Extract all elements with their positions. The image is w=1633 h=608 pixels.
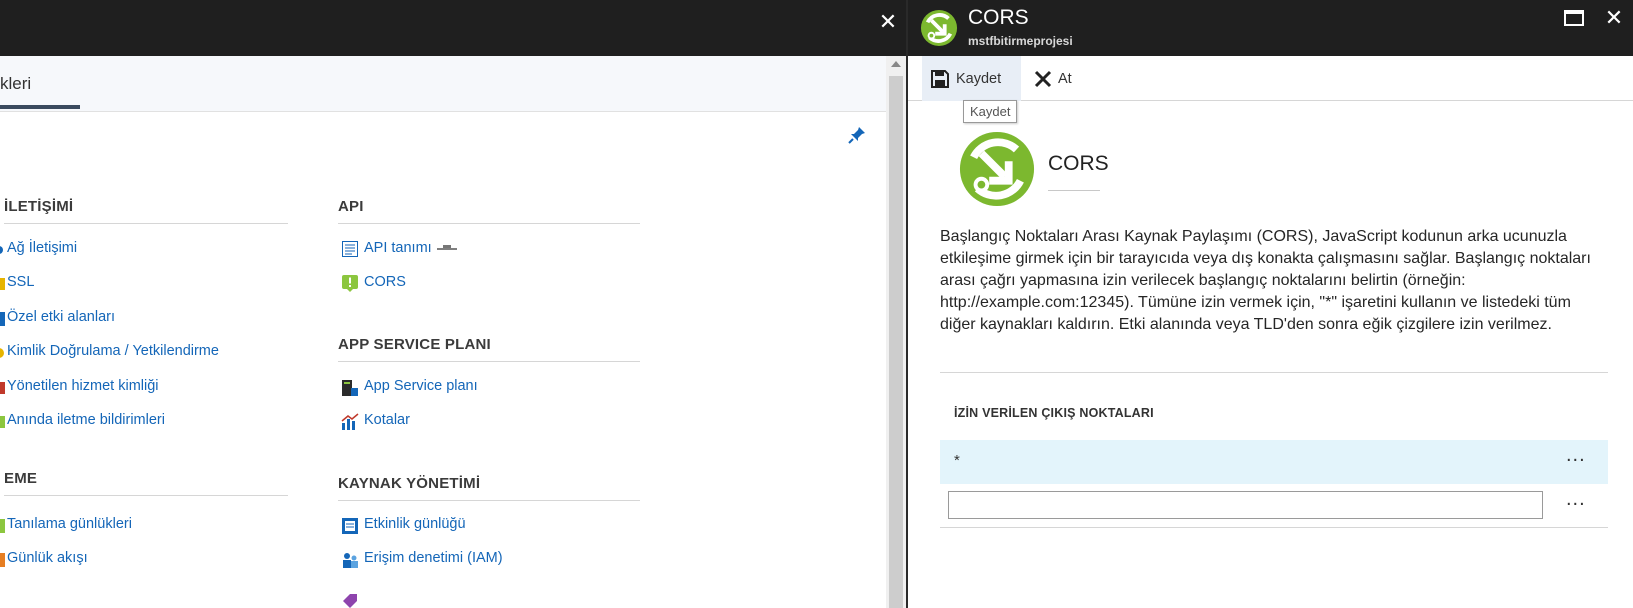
menu-item-managed-identity[interactable]: Yönetilen hizmet kimliği: [7, 378, 159, 394]
menu-item-networking[interactable]: Ağ İletişimi: [7, 240, 77, 256]
discard-x-icon: [1034, 70, 1052, 87]
description-divider: [940, 372, 1608, 373]
close-icon[interactable]: ✕: [876, 10, 900, 34]
tags-icon: [343, 594, 357, 608]
preview-icon: [437, 245, 457, 250]
left-blade-titlebar: ✕: [0, 0, 906, 56]
command-bar: Kaydet At: [908, 56, 1633, 101]
cors-logo-icon: [920, 9, 958, 47]
new-origin-input[interactable]: [948, 491, 1543, 519]
maximize-icon[interactable]: [1564, 10, 1584, 26]
menu-item-activity-log[interactable]: Etkinlik günlüğü: [364, 516, 466, 532]
save-button[interactable]: Kaydet: [922, 56, 1021, 101]
section-title: KAYNAK YÖNETİMİ: [338, 475, 481, 492]
section-divider: [338, 500, 640, 501]
save-label: Kaydet: [956, 70, 1002, 87]
section-divider: [4, 223, 288, 224]
scroll-thumb[interactable]: [889, 76, 903, 608]
menu-item-cors[interactable]: CORS: [364, 274, 406, 290]
blade-title: CORS: [968, 6, 1029, 29]
cors-description: Başlangıç Noktaları Arası Kaynak Paylaşı…: [940, 228, 1591, 333]
blade-subtitle: mstfbitirmeprojesi: [968, 34, 1073, 48]
more-options-icon[interactable]: ...: [1566, 444, 1586, 467]
section-divider: [4, 495, 288, 496]
app-service-plan-icon: [342, 380, 358, 396]
cors-menu-icon: [342, 275, 358, 292]
tab-active-indicator: [0, 105, 80, 109]
access-control-icon: [343, 553, 358, 568]
more-options-icon[interactable]: ...: [1566, 488, 1586, 511]
left-blade-scrollbar[interactable]: [886, 56, 906, 608]
menu-item-custom-domains[interactable]: Özel etki alanları: [7, 309, 115, 325]
section-api: API: [338, 198, 640, 224]
pin-icon[interactable]: [848, 126, 866, 144]
section-title: APP SERVICE PLANI: [338, 336, 491, 353]
portal-root: ✕ kleri İLETİŞİMİ Ağ İletişimi SSL Özel …: [0, 0, 1633, 608]
menu-item-authentication[interactable]: Kimlik Doğrulama / Yetkilendirme: [7, 343, 219, 359]
section-title: API: [338, 198, 364, 215]
quotas-icon: [341, 413, 359, 430]
activity-log-icon: [342, 518, 358, 534]
section-app-service-plan: APP SERVICE PLANI: [338, 336, 640, 362]
discard-button[interactable]: At: [1026, 56, 1096, 101]
discard-label: At: [1058, 70, 1072, 87]
cors-blade-titlebar: CORS mstfbitirmeprojesi ✕: [908, 0, 1633, 56]
cors-blade: CORS mstfbitirmeprojesi ✕ Kaydet At Kayd…: [908, 0, 1633, 608]
menu-item-diagnostic-logs[interactable]: Tanılama günlükleri: [7, 516, 132, 532]
hero-divider: [1048, 190, 1100, 191]
section-divider: [338, 361, 640, 362]
menu-item-quotas[interactable]: Kotalar: [364, 412, 410, 428]
menu-item-access-control[interactable]: Erişim denetimi (IAM): [364, 550, 503, 566]
save-tooltip: Kaydet: [963, 100, 1018, 123]
menu-item-app-service-plan[interactable]: App Service planı: [364, 378, 478, 394]
left-blade-tabbar: kleri: [0, 56, 886, 144]
new-origin-row: ...: [940, 484, 1608, 528]
origin-value: *: [954, 452, 960, 469]
close-icon[interactable]: ✕: [1602, 6, 1626, 30]
section-resource-management: KAYNAK YÖNETİMİ: [338, 475, 640, 501]
allowed-origin-row[interactable]: * ...: [940, 440, 1608, 484]
tab-features[interactable]: kleri: [0, 74, 31, 94]
section-title: İLETİŞİMİ: [4, 198, 74, 215]
save-icon: [931, 69, 949, 88]
api-definition-icon: [342, 241, 358, 257]
cors-hero-icon: [959, 131, 1035, 207]
menu-item-push-notifications[interactable]: Anında iletme bildirimleri: [7, 412, 165, 428]
scroll-up-arrow-icon[interactable]: [891, 61, 901, 67]
menu-item-log-stream[interactable]: Günlük akışı: [7, 550, 88, 566]
allowed-origins-header: İZİN VERİLEN ÇIKIŞ NOKTALARI: [954, 406, 1154, 420]
hero-title: CORS: [1048, 152, 1109, 175]
app-service-menu-blade: ✕ kleri İLETİŞİMİ Ağ İletişimi SSL Özel …: [0, 0, 906, 608]
section-networking: İLETİŞİMİ: [4, 198, 288, 224]
menu-item-api-definition[interactable]: API tanımı: [364, 240, 432, 256]
section-monitoring: EME: [4, 470, 288, 496]
menu-item-ssl[interactable]: SSL: [7, 274, 34, 290]
section-title: EME: [4, 470, 38, 487]
section-divider: [338, 223, 640, 224]
